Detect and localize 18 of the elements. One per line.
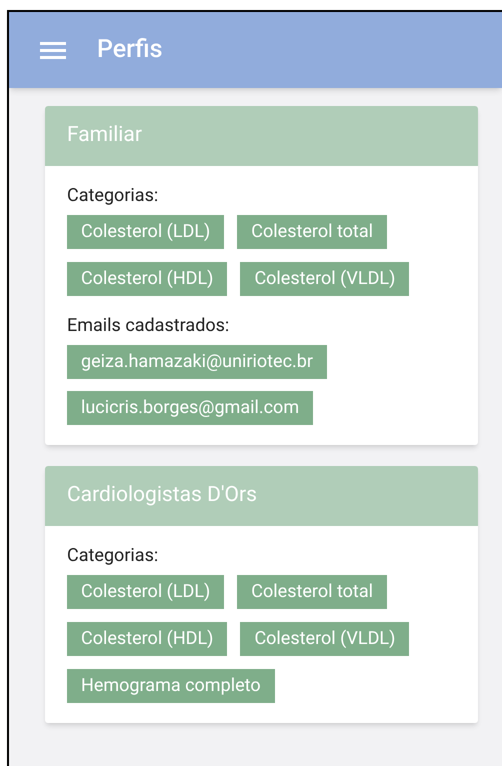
page-title: Perfis [97, 34, 163, 66]
category-tag: Colesterol (HDL) [67, 622, 228, 656]
card-header: Familiar [45, 106, 478, 166]
email-tag: lucicris.borges@gmail.com [67, 391, 314, 425]
category-tag: Colesterol (LDL) [67, 215, 224, 249]
category-tag: Colesterol (LDL) [67, 575, 224, 609]
category-tag: Colesterol total [237, 215, 387, 249]
section-label: Categorias: [67, 544, 160, 568]
section-label: Emails cadastrados: [67, 314, 230, 338]
section-label: Categorias: [67, 184, 160, 208]
category-tag: Hemograma completo [67, 669, 275, 703]
category-tag: Colesterol (VLDL) [240, 622, 410, 656]
menu-icon[interactable] [40, 40, 66, 60]
card-header: Cardiologistas D'Ors [45, 466, 478, 526]
email-tag: geiza.hamazaki@uniriotec.br [67, 345, 327, 379]
category-tag: Colesterol (VLDL) [240, 262, 410, 296]
category-tag: Colesterol (HDL) [67, 262, 228, 296]
category-tag: Colesterol total [237, 575, 387, 609]
